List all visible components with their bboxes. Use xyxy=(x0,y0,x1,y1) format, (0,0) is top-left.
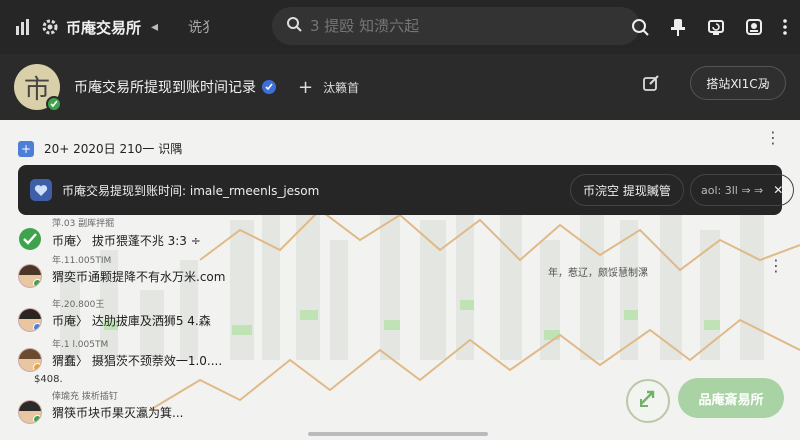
share-round-button[interactable] xyxy=(626,379,670,423)
row-extra: $408. xyxy=(34,374,63,385)
check-circle-icon xyxy=(18,227,42,254)
row-meta: 年.1 l.005TM xyxy=(52,340,109,350)
search-bar[interactable] xyxy=(272,7,640,45)
online-check-icon xyxy=(46,96,62,112)
row-menu-icon[interactable]: ⋮ xyxy=(768,258,784,274)
edit-icon[interactable] xyxy=(640,72,662,94)
app-name: 币庵交易所 xyxy=(66,18,142,37)
profile-card-icon[interactable] xyxy=(744,17,764,37)
top-icons xyxy=(630,0,788,54)
date-line-text: 20+ 2020日 210一 识隅 xyxy=(44,142,183,156)
list-item[interactable]: 萍.03 副厍拌掘 币庵〉 拔币猥蓬不兆 3:3 ÷ xyxy=(18,219,201,254)
row-text: 猬蠢〉 摄猖茨不颈萘效一1.0.... xyxy=(52,353,223,368)
stats-icon[interactable] xyxy=(14,17,34,37)
toast-action-button[interactable]: 币浣空 提现贓管 xyxy=(570,174,684,206)
avatar xyxy=(18,308,42,332)
plus-icon: + xyxy=(298,76,314,98)
row-menu-icon[interactable]: ⋮ xyxy=(765,130,781,146)
screen-refresh-icon[interactable] xyxy=(706,17,726,37)
channel-title: 币庵交易所提现到账时间记录 xyxy=(74,77,276,97)
row-meta: 年.11.005TIM xyxy=(52,256,112,266)
add-button[interactable]: + 汰籁首 xyxy=(298,77,359,98)
row-text: 币庵〉 拔币猥蓬不兆 3:3 ÷ xyxy=(52,234,201,248)
toast-pager[interactable]: aol: 3ll ⇒ ⇒ ✕ xyxy=(690,174,794,206)
pin-icon[interactable] xyxy=(668,17,688,37)
row-text: 猬奕币通颗提降不有水万米.com xyxy=(52,269,226,284)
search-input[interactable] xyxy=(310,17,560,35)
right-note: 年，惹辽，颇馁慧制漯 xyxy=(548,268,648,279)
list-item[interactable]: 年.1 l.005TM 猬蠢〉 摄猖茨不颈萘效一1.0.... xyxy=(18,340,223,372)
toast-pager-text: aol: 3ll ⇒ ⇒ xyxy=(701,183,764,197)
row-meta: 萍.03 副厍拌掘 xyxy=(52,219,115,229)
row-text: 猬筷币块币果灭瀛为箕... xyxy=(52,405,184,420)
channel-header: 市 币庵交易所提现到账时间记录 + 汰籁首 搭站Ⅺ1C夃 xyxy=(0,54,800,120)
header-pill-button[interactable]: 搭站Ⅺ1C夃 xyxy=(690,66,786,100)
exchange-button[interactable]: 品庵斎易所 xyxy=(678,378,784,418)
avatar xyxy=(18,400,42,424)
search-icon xyxy=(286,16,302,36)
magnifier-icon[interactable] xyxy=(630,17,650,37)
close-icon[interactable]: ✕ xyxy=(773,183,783,197)
list-item[interactable]: 年.20.800王 币庵〉 达肋拔庫及洒狮5 4.森 xyxy=(18,300,211,332)
row-meta: 倖瑜充 拨析插钉 xyxy=(52,392,118,402)
toast-text: 币庵交易提现到账时间: imale_rmeenls_jesom xyxy=(62,183,320,198)
brand: 币庵交易所 ◂ 诜犭 xyxy=(0,17,216,38)
back-arrow-icon[interactable]: ◂ xyxy=(151,19,158,35)
verified-icon xyxy=(262,80,276,94)
date-line: + 20+ 2020日 210一 识隅 xyxy=(18,140,182,157)
gear-icon[interactable] xyxy=(40,17,60,37)
list-item[interactable]: 倖瑜充 拨析插钉 猬筷币块币果灭瀛为箕... xyxy=(18,392,184,424)
notification-toast: 币庵交易提现到账时间: imale_rmeenls_jesom 币浣空 提现贓管… xyxy=(18,165,794,215)
row-text: 币庵〉 达肋拔庫及洒狮5 4.森 xyxy=(52,313,211,328)
top-bar: 币庵交易所 ◂ 诜犭 xyxy=(0,0,800,54)
more-vertical-icon[interactable] xyxy=(782,17,788,37)
avatar xyxy=(18,264,42,288)
arrows-icon xyxy=(637,388,659,414)
list-item[interactable]: 年.11.005TIM 猬奕币通颗提降不有水万米.com xyxy=(18,256,226,288)
row-meta: 年.20.800王 xyxy=(52,300,105,310)
add-square-icon[interactable]: + xyxy=(18,140,34,157)
channel-title-text: 币庵交易所提现到账时间记录 xyxy=(74,80,256,96)
heart-icon xyxy=(30,179,52,201)
nav-subtitle[interactable]: 诜犭 xyxy=(188,17,216,37)
avatar xyxy=(18,348,42,372)
add-button-label: 汰籁首 xyxy=(323,80,360,95)
scroll-indicator[interactable] xyxy=(308,432,488,436)
channel-avatar[interactable]: 市 xyxy=(14,64,62,112)
